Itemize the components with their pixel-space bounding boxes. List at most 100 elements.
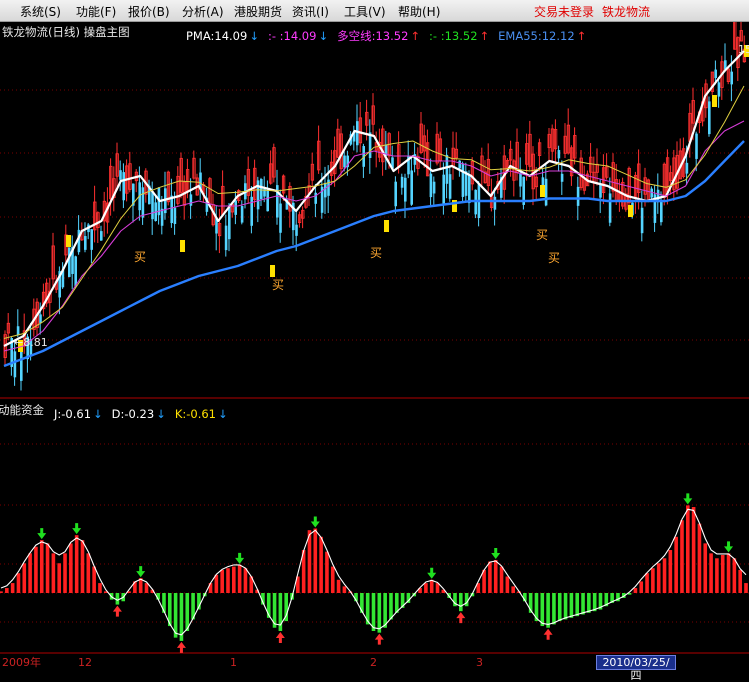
candlestick-down: [599, 183, 602, 198]
candlestick-down: [576, 186, 580, 206]
sub-indicator-arrow-icon: ↓: [217, 407, 228, 421]
chart-area[interactable]: 铁龙物流(日线) 操盘主图 PMA:14.09 ↓:- :14.09 ↓ 多空线:13…: [0, 22, 749, 670]
candlestick-down: [442, 174, 445, 206]
candlestick-down: [16, 326, 20, 336]
line-bull-bear: [3, 120, 745, 352]
signal-bar: [270, 265, 275, 277]
menu-analysis[interactable]: 分析(A): [182, 3, 224, 20]
buy-signal-label: 买: [134, 250, 147, 264]
menu-help[interactable]: 帮助(H): [398, 3, 440, 20]
main-indicator-arrow-icon: ↓: [249, 29, 259, 43]
menu-function[interactable]: 功能(F): [76, 3, 116, 20]
candlestick-down: [68, 247, 71, 277]
sub-indicator-value: D:-0.23: [111, 407, 155, 421]
signal-bar: [384, 220, 389, 232]
candlestick-down: [445, 154, 449, 184]
candlestick-down: [119, 170, 122, 180]
momentum-down-arrow-icon: [310, 516, 320, 528]
candlestick-down: [400, 176, 404, 188]
candlestick-down: [640, 207, 644, 234]
sub-indicator-arrow-icon: ↓: [93, 407, 103, 421]
momentum-up-arrow-icon: [543, 628, 553, 640]
candlestick-down: [100, 231, 103, 241]
momentum-up-arrow-icon: [275, 632, 285, 644]
momentum-down-arrow-icon: [235, 552, 245, 564]
line-pma: [3, 50, 745, 347]
sub-indicator-legend: J:-0.61 ↓ D:-0.23 ↓ K:-0.61 ↓: [54, 403, 237, 422]
candlestick-down: [122, 172, 125, 201]
momentum-up-arrow-icon: [374, 633, 384, 645]
main-indicator-value: EMA55:12.12: [498, 29, 575, 43]
main-indicator-arrow-icon: ↑: [410, 29, 421, 43]
signal-bar: [628, 205, 633, 217]
candlestick-down: [224, 225, 228, 251]
candlestick-down: [685, 162, 689, 174]
candlestick-down: [160, 208, 164, 226]
main-indicator-legend: PMA:14.09 ↓:- :14.09 ↓ 多空线:13.52 ↑:- :13.52 ↑…: [186, 25, 595, 44]
candlestick-down: [256, 180, 260, 210]
momentum-down-arrow-icon: [136, 566, 146, 578]
momentum-up-arrow-icon: [176, 641, 186, 653]
candlestick-down: [84, 236, 87, 250]
candlestick-down: [544, 178, 548, 206]
candlestick-down: [295, 224, 298, 236]
login-status: 交易未登录: [534, 5, 595, 19]
momentum-up-arrow-icon: [456, 612, 466, 624]
menu-system[interactable]: 系统(S): [20, 3, 61, 20]
signal-bar: [712, 95, 717, 107]
candlestick-down: [170, 195, 173, 224]
time-axis-label: 12: [78, 656, 92, 669]
main-indicator-value: :- :13.52: [429, 29, 478, 43]
candlestick-down: [228, 205, 231, 240]
candlestick-down: [90, 229, 93, 250]
momentum-arrows: [37, 493, 734, 653]
sub-indicator-value: J:-0.61: [54, 407, 92, 421]
menu-tools[interactable]: 工具(V): [344, 3, 386, 20]
main-indicator-arrow-icon: ↑: [576, 29, 587, 43]
candlestick-down: [151, 191, 154, 220]
candlestick-down: [189, 194, 193, 206]
momentum-histogram: [0, 505, 748, 641]
candlestick-down: [266, 190, 269, 212]
candlestick-down: [404, 177, 407, 202]
candlestick-down: [394, 181, 397, 207]
sub-panel-title: 动能资金: [0, 403, 44, 417]
menu-hk-futures[interactable]: 港股期货: [234, 3, 282, 20]
candlestick-down: [714, 69, 717, 79]
signal-bar: [180, 240, 185, 252]
cursor-date-tag: 2010/03/25/四: [596, 655, 676, 682]
candlestick-down: [324, 183, 327, 198]
candlestick-down: [356, 121, 359, 146]
candlestick-down: [343, 155, 346, 168]
candlestick-down: [240, 206, 244, 223]
candlestick-down: [39, 314, 42, 324]
candlestick-down: [695, 133, 698, 159]
main-indicator-value: :- :14.09: [267, 29, 317, 43]
signal-bar: [66, 235, 71, 247]
momentum-down-arrow-icon: [491, 547, 501, 559]
candlestick-down: [717, 82, 721, 97]
buy-signal-label: 买: [536, 228, 549, 242]
candlestick-down: [279, 203, 282, 233]
menu-quote[interactable]: 报价(B): [128, 3, 170, 20]
candlestick-down: [432, 181, 436, 194]
low-price-marker: ←8.81: [14, 336, 48, 349]
candlestick-down: [141, 187, 145, 218]
menu-bar: 系统(S) 功能(F) 报价(B) 分析(A) 港股期货 资讯(I) 工具(V)…: [0, 0, 749, 22]
candlestick-down: [173, 207, 177, 225]
candlestick-down: [458, 160, 461, 169]
candlestick-down: [461, 163, 465, 197]
candlestick-down: [660, 201, 663, 223]
candlestick-down: [730, 71, 733, 85]
candlestick-down: [250, 196, 253, 226]
chart-canvas[interactable]: [0, 22, 749, 670]
signal-bar: [540, 185, 545, 197]
buy-signal-label: 买: [272, 278, 285, 292]
candlesticks: [3, 22, 749, 391]
candlestick-down: [234, 200, 237, 215]
stock-name-label: 铁龙物流: [602, 5, 651, 19]
sub-indicator-arrow-icon: ↓: [156, 407, 166, 421]
main-panel-title: 铁龙物流(日线) 操盘主图: [2, 25, 130, 39]
menu-info[interactable]: 资讯(I): [292, 3, 329, 20]
main-indicator-arrow-icon: ↑: [479, 29, 490, 43]
